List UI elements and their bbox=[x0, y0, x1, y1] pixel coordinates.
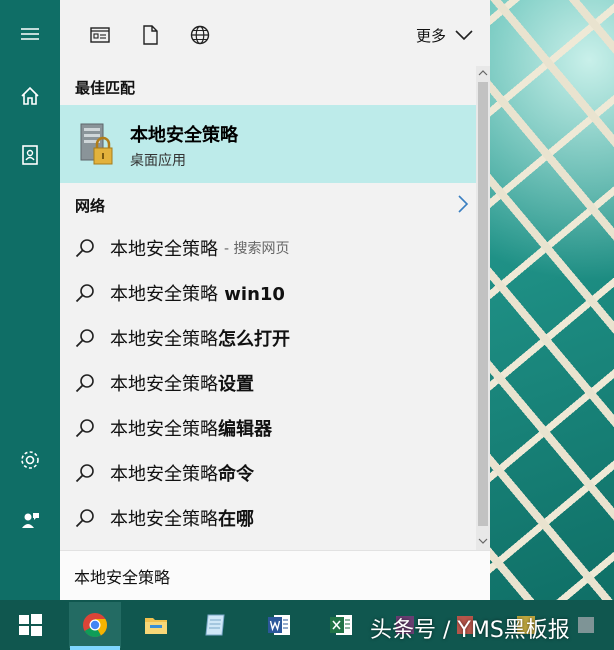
network-heading: 网络 bbox=[75, 197, 106, 215]
suggestion-text: 本地安全策略 bbox=[110, 235, 218, 261]
notepad-icon[interactable] bbox=[190, 602, 242, 648]
notebook-icon[interactable] bbox=[0, 131, 60, 179]
search-icon bbox=[75, 463, 94, 482]
suggestion-base: 本地安全策略 bbox=[110, 463, 218, 485]
search-panel: 更多 最佳匹配 本地安全策略 桌面应用 网络 本地安全策略 - 搜索网页 本地安全策… bbox=[60, 0, 490, 600]
watermark: 头条号 / YMS黑板报 bbox=[370, 618, 570, 643]
desktop-wallpaper bbox=[490, 0, 614, 600]
suggestion-base: 本地安全策略 bbox=[110, 508, 218, 530]
suggestion-item[interactable]: 本地安全策略 win10 bbox=[60, 270, 476, 315]
search-icon bbox=[75, 238, 94, 257]
web-filter-icon[interactable] bbox=[184, 20, 216, 50]
suggestion-hint: - 搜索网页 bbox=[224, 240, 290, 257]
best-match-subtitle: 桌面应用 bbox=[130, 153, 186, 169]
apps-filter-icon[interactable] bbox=[84, 20, 116, 50]
home-icon[interactable] bbox=[0, 72, 60, 120]
scroll-down-icon[interactable] bbox=[478, 536, 488, 546]
suggestion-item[interactable]: 本地安全策略命令 bbox=[60, 450, 476, 495]
suggestion-text: 本地安全策略编辑器 bbox=[110, 415, 272, 441]
feedback-icon[interactable] bbox=[0, 496, 60, 544]
suggestion-item[interactable]: 本地安全策略在哪 bbox=[60, 495, 476, 540]
file-explorer-icon[interactable] bbox=[130, 602, 182, 648]
more-filters-button[interactable]: 更多 bbox=[416, 22, 474, 48]
windows-start-icon[interactable] bbox=[4, 602, 56, 648]
results-scrollbar[interactable] bbox=[476, 66, 490, 550]
scroll-thumb[interactable] bbox=[478, 82, 488, 526]
suggestion-base: 本地安全策略 bbox=[110, 373, 218, 395]
suggestion-text: 本地安全策略怎么打开 bbox=[110, 325, 290, 351]
search-icon bbox=[75, 418, 94, 437]
suggestion-suffix: 命令 bbox=[218, 463, 254, 485]
suggestion-base: 本地安全策略 bbox=[110, 238, 218, 260]
suggestion-text: 本地安全策略设置 bbox=[110, 370, 254, 396]
suggestion-suffix: 编辑器 bbox=[218, 418, 272, 440]
filter-bar: 更多 bbox=[60, 0, 490, 66]
excel-icon[interactable] bbox=[315, 602, 367, 648]
search-icon bbox=[75, 283, 94, 302]
suggestion-base: 本地安全策略 bbox=[110, 328, 218, 350]
more-label: 更多 bbox=[415, 26, 446, 45]
chevron-right-icon[interactable] bbox=[456, 194, 470, 214]
search-box[interactable] bbox=[60, 550, 490, 600]
chrome-icon[interactable] bbox=[69, 602, 121, 648]
suggestion-item[interactable]: 本地安全策略怎么打开 bbox=[60, 315, 476, 360]
start-rail bbox=[0, 0, 60, 600]
suggestion-text: 本地安全策略 win10 bbox=[110, 280, 285, 306]
active-app-indicator bbox=[70, 646, 120, 650]
search-input[interactable] bbox=[74, 566, 474, 585]
suggestion-suffix: 怎么打开 bbox=[218, 328, 290, 350]
suggestion-item[interactable]: 本地安全策略 - 搜索网页 bbox=[60, 225, 476, 270]
security-policy-icon bbox=[80, 123, 113, 165]
suggestion-base: 本地安全策略 bbox=[110, 283, 218, 305]
suggestion-text: 本地安全策略命令 bbox=[110, 460, 254, 486]
suggestion-text: 本地安全策略在哪 bbox=[110, 505, 254, 531]
chevron-down-icon bbox=[455, 30, 473, 41]
suggestion-base: 本地安全策略 bbox=[110, 418, 218, 440]
search-icon bbox=[75, 373, 94, 392]
best-match-title: 本地安全策略 bbox=[130, 125, 238, 146]
word-icon[interactable] bbox=[253, 602, 305, 648]
suggestion-suffix: 在哪 bbox=[218, 508, 254, 530]
search-icon bbox=[75, 508, 94, 527]
best-match-result[interactable]: 本地安全策略 桌面应用 bbox=[60, 105, 476, 183]
scroll-up-icon[interactable] bbox=[478, 68, 488, 78]
suggestion-item[interactable]: 本地安全策略设置 bbox=[60, 360, 476, 405]
search-icon bbox=[75, 328, 94, 347]
suggestion-suffix: win10 bbox=[218, 283, 285, 305]
settings-icon[interactable] bbox=[0, 436, 60, 484]
best-match-heading: 最佳匹配 bbox=[75, 79, 136, 97]
search-results: 最佳匹配 本地安全策略 桌面应用 网络 本地安全策略 - 搜索网页 本地安全策略 w… bbox=[60, 66, 476, 550]
hamburger-icon[interactable] bbox=[0, 10, 60, 58]
suggestion-item[interactable]: 本地安全策略编辑器 bbox=[60, 405, 476, 450]
suggestion-suffix: 设置 bbox=[218, 373, 254, 395]
documents-filter-icon[interactable] bbox=[134, 20, 166, 50]
